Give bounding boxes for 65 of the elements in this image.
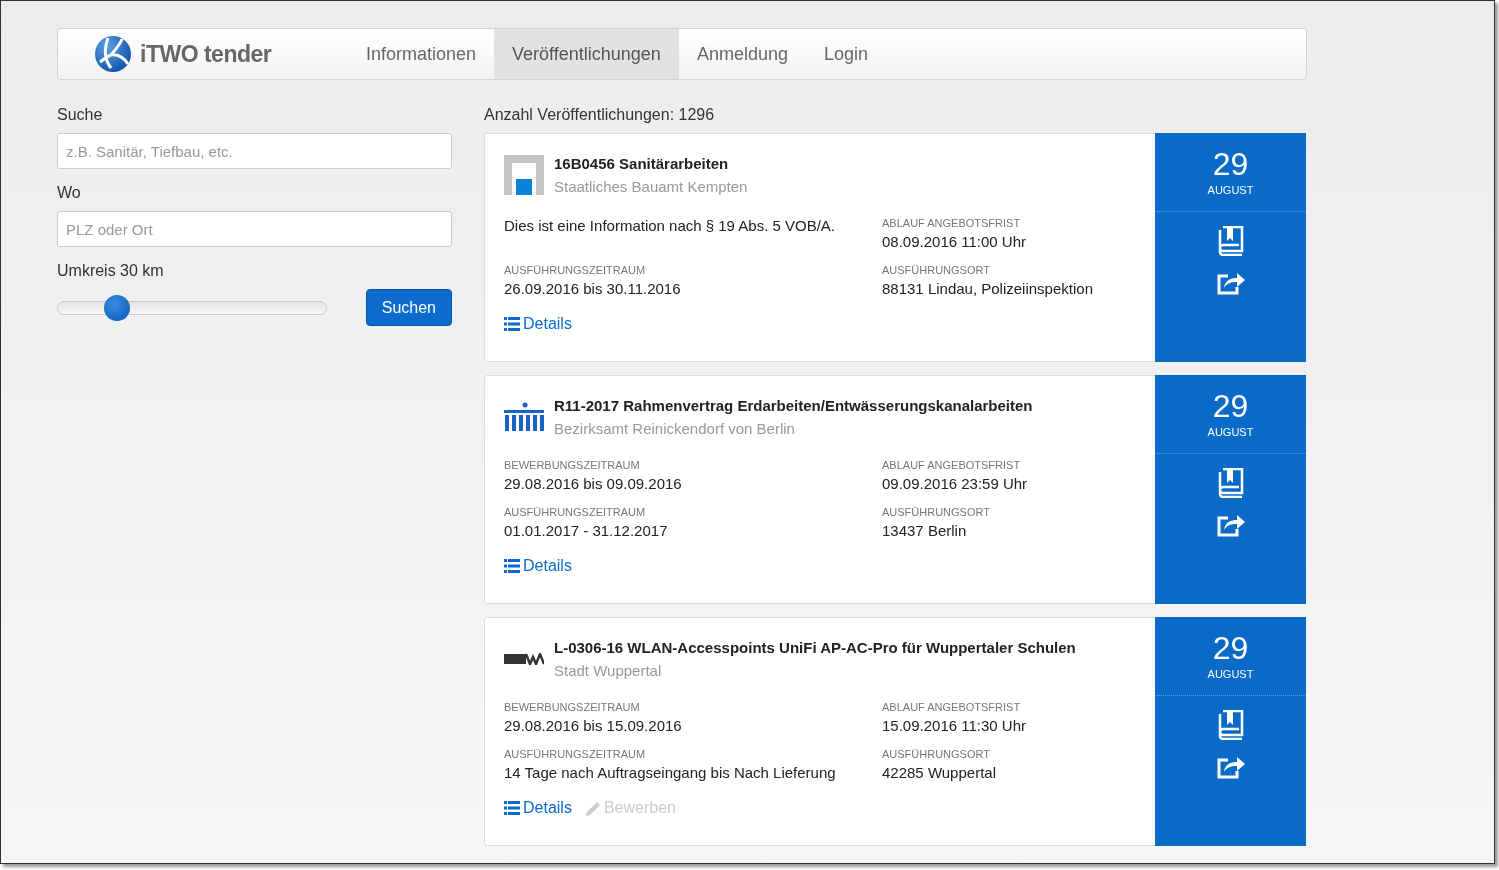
list-icon <box>504 801 520 815</box>
field-label: ABLAUF ANGEBOTSFRIST <box>882 701 1022 713</box>
field-label: AUSFÜHRUNGSORT <box>882 748 991 760</box>
details-link[interactable]: Details <box>504 799 572 817</box>
field-value: 15.09.2016 11:30 Uhr <box>882 717 1027 734</box>
brand-name[interactable]: iTWO tender <box>140 40 272 68</box>
field-label: BEWERBUNGSZEITRAUM <box>504 459 641 471</box>
nav-tab[interactable]: Veröffentlichungen <box>494 29 679 79</box>
nav-tab[interactable]: Login <box>805 29 886 79</box>
tender-title[interactable]: L-0306-16 WLAN-Accesspoints UniFi AP-AC-Pro für Wuppertaler Schulen <box>554 639 1076 656</box>
field-value: 13437 Berlin <box>882 522 968 539</box>
field-label: ABLAUF ANGEBOTSFRIST <box>882 217 1022 229</box>
info-note: Dies ist eine Information nach § 19 Abs. 5 VOB/A. <box>504 217 835 234</box>
list-icon <box>504 317 520 331</box>
tender-organization: Bezirksamt Reinickendorf von Berlin <box>554 420 796 437</box>
bookmark-book-icon[interactable] <box>1217 226 1244 256</box>
field-label: AUSFÜHRUNGSORT <box>882 264 991 276</box>
field-value: 01.01.2017 - 31.12.2017 <box>504 522 669 539</box>
date-month: AUGUST <box>1207 184 1254 196</box>
field-value: 14 Tage nach Auftragseingang bis Nach Lieferung <box>504 764 837 781</box>
field-label: AUSFÜHRUNGSORT <box>882 506 991 518</box>
tender-title[interactable]: 16B0456 Sanitärarbeiten <box>554 155 748 172</box>
field-value: 09.09.2016 23:59 Uhr <box>882 475 1029 492</box>
field-label: ABLAUF ANGEBOTSFRIST <box>882 459 1022 471</box>
location-label: Wo <box>57 184 82 202</box>
radius-slider-thumb[interactable] <box>103 294 130 321</box>
bookmark-book-icon[interactable] <box>1217 468 1244 498</box>
location-field[interactable]: PLZ oder Ort <box>57 211 452 247</box>
field-value: 08.09.2016 11:00 Uhr <box>882 233 1027 250</box>
search-field[interactable]: z.B. Sanitär, Tiefbau, etc. <box>57 133 452 169</box>
tender-organization: Staatliches Bauamt Kempten <box>554 178 748 195</box>
field-label: AUSFÜHRUNGSZEITRAUM <box>504 506 647 518</box>
share-icon[interactable] <box>1215 270 1246 296</box>
building-logo-icon <box>504 155 544 195</box>
nav-tab[interactable]: Anmeldung <box>678 29 806 79</box>
pencil-icon <box>585 800 601 816</box>
search-label: Suche <box>57 106 104 124</box>
field-value: 29.08.2016 bis 15.09.2016 <box>504 717 683 734</box>
date-day: 29 <box>1212 632 1249 664</box>
search-button[interactable]: Suchen <box>365 289 452 326</box>
radius-label: Umkreis 30 km <box>57 262 165 280</box>
date-month: AUGUST <box>1207 426 1254 438</box>
globe-logo-icon <box>94 35 132 73</box>
field-value: 88131 Lindau, Polizeiinspektion <box>882 280 1094 297</box>
field-label: AUSFÜHRUNGSZEITRAUM <box>504 748 647 760</box>
share-icon[interactable] <box>1215 754 1246 780</box>
field-label: BEWERBUNGSZEITRAUM <box>504 701 641 713</box>
bookmark-book-icon[interactable] <box>1217 710 1244 740</box>
wave-logo-icon <box>504 653 544 665</box>
field-value: 26.09.2016 bis 30.11.2016 <box>504 280 682 297</box>
tender-title[interactable]: R11-2017 Rahmenvertrag Erdarbeiten/Entwässerungskanalarbeiten <box>554 397 1033 414</box>
field-value: 42285 Wuppertal <box>882 764 997 781</box>
field-value: 29.08.2016 bis 09.09.2016 <box>504 475 683 492</box>
nav-tab[interactable]: Informationen <box>348 29 495 79</box>
details-link[interactable]: Details <box>504 315 572 333</box>
date-day: 29 <box>1212 390 1249 422</box>
field-label: AUSFÜHRUNGSZEITRAUM <box>504 264 647 276</box>
columns-logo-icon <box>504 402 544 432</box>
date-day: 29 <box>1212 148 1249 180</box>
result-count: Anzahl Veröffentlichungen: 1296 <box>484 106 716 124</box>
share-icon[interactable] <box>1215 512 1246 538</box>
details-link[interactable]: Details <box>504 557 572 575</box>
date-month: AUGUST <box>1207 668 1254 680</box>
tender-organization: Stadt Wuppertal <box>554 662 663 679</box>
list-icon <box>504 559 520 573</box>
